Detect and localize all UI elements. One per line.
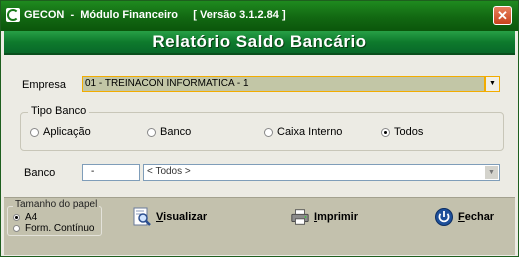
chevron-down-icon: ▼ (488, 169, 495, 176)
radio-indicator (30, 127, 39, 137)
fechar-button[interactable]: Fechar (434, 207, 494, 227)
radio-indicator-selected (381, 127, 390, 137)
radio-todos[interactable]: Todos (381, 126, 423, 138)
radio-paper-a4[interactable]: A4 (13, 212, 37, 223)
empresa-select[interactable]: 01 - TREINACON INFORMATICA - 1 (82, 76, 485, 92)
empresa-dropdown-button[interactable]: ▼ (485, 76, 500, 92)
banco-selected-value: < Todos > (147, 166, 191, 177)
footer-toolbar: Tamanho do papel A4 Form. Contínuo Visua… (4, 197, 515, 255)
visualizar-label: Visualizar (156, 211, 208, 223)
radio-label: Form. Contínuo (25, 223, 95, 234)
visualizar-button[interactable]: Visualizar (132, 207, 207, 227)
radio-caixa-interno[interactable]: Caixa Interno (264, 126, 342, 138)
radio-label: A4 (25, 212, 38, 223)
power-icon (434, 207, 454, 227)
radio-label: Caixa Interno (277, 126, 343, 138)
banco-label: Banco (24, 167, 56, 179)
radio-paper-form-continuo[interactable]: Form. Contínuo (13, 223, 94, 234)
title-bar[interactable]: GECON - Módulo Financeiro [ Versão 3.1.2… (1, 1, 518, 31)
radio-indicator (264, 127, 273, 137)
app-logo-icon (6, 8, 20, 22)
banco-dropdown-button[interactable]: ▼ (485, 166, 498, 179)
form-area: Empresa 01 - TREINACON INFORMATICA - 1 ▼… (4, 55, 515, 197)
window-title: GECON - Módulo Financeiro [ Versão 3.1.2… (24, 9, 286, 21)
empresa-label: Empresa (22, 79, 67, 91)
magnifier-document-icon (132, 207, 152, 227)
radio-indicator (147, 127, 156, 137)
report-banner: Relatório Saldo Bancário (4, 31, 515, 55)
printer-icon (290, 207, 310, 227)
radio-label: Aplicação (43, 126, 91, 138)
tipo-banco-group (20, 112, 504, 151)
close-icon: ✕ (497, 7, 508, 23)
tipo-banco-title: Tipo Banco (28, 105, 90, 117)
radio-label: Banco (160, 126, 192, 138)
report-title: Relatório Saldo Bancário (152, 32, 367, 51)
fechar-label: Fechar (458, 211, 495, 223)
radio-indicator-selected (13, 214, 20, 221)
chevron-down-icon: ▼ (489, 80, 496, 87)
banco-select[interactable]: < Todos > ▼ (143, 164, 500, 181)
report-window: GECON - Módulo Financeiro [ Versão 3.1.2… (0, 0, 519, 257)
radio-aplicacao[interactable]: Aplicação (30, 126, 91, 138)
radio-indicator (13, 225, 20, 232)
imprimir-label: Imprimir (314, 211, 359, 223)
radio-label: Todos (394, 126, 424, 138)
paper-size-title: Tamanho do papel (13, 199, 100, 210)
radio-banco[interactable]: Banco (147, 126, 191, 138)
close-window-button[interactable]: ✕ (493, 6, 512, 25)
banco-code-input[interactable]: - (82, 164, 140, 181)
imprimir-button[interactable]: Imprimir (290, 207, 358, 227)
